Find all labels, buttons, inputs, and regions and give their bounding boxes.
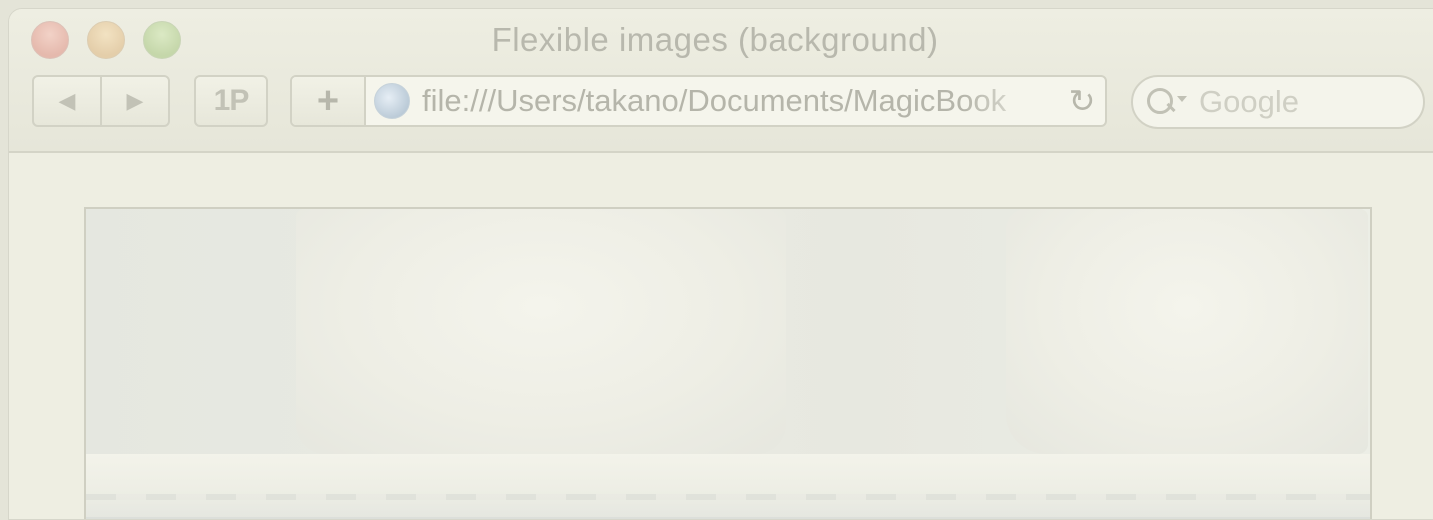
pillow-left [296,209,786,454]
sofa-seat-seam [86,494,1370,500]
magnifier-icon[interactable] [1147,86,1191,118]
window-title: Flexible images (background) [491,21,939,58]
background-image [84,207,1372,519]
page-content [9,153,1433,519]
search-field[interactable]: Google [1131,75,1425,129]
search-placeholder: Google [1199,84,1299,119]
reload-icon: ↻ [1068,83,1096,119]
forward-arrow-icon: ▶ [126,88,144,113]
forward-button[interactable]: ▶ [102,77,168,125]
title-bar: Flexible images (background) ◀ ▶ 1P + fi… [9,9,1433,153]
reload-button[interactable]: ↻ [1059,82,1105,120]
back-button[interactable]: ◀ [34,77,102,125]
address-bar: + file:///Users/takano/Documents/MagicBo… [290,75,1107,127]
sofa-seat [86,454,1370,519]
globe-icon [374,83,410,119]
browser-window: Flexible images (background) ◀ ▶ 1P + fi… [8,8,1433,520]
pillow-right [1006,209,1368,454]
onepassword-button[interactable]: 1P [194,75,268,127]
back-arrow-icon: ◀ [58,88,76,113]
navigation-buttons: ◀ ▶ [32,75,170,127]
url-field[interactable]: file:///Users/takano/Documents/MagicBook [422,83,1059,119]
add-bookmark-button[interactable]: + [292,77,366,125]
